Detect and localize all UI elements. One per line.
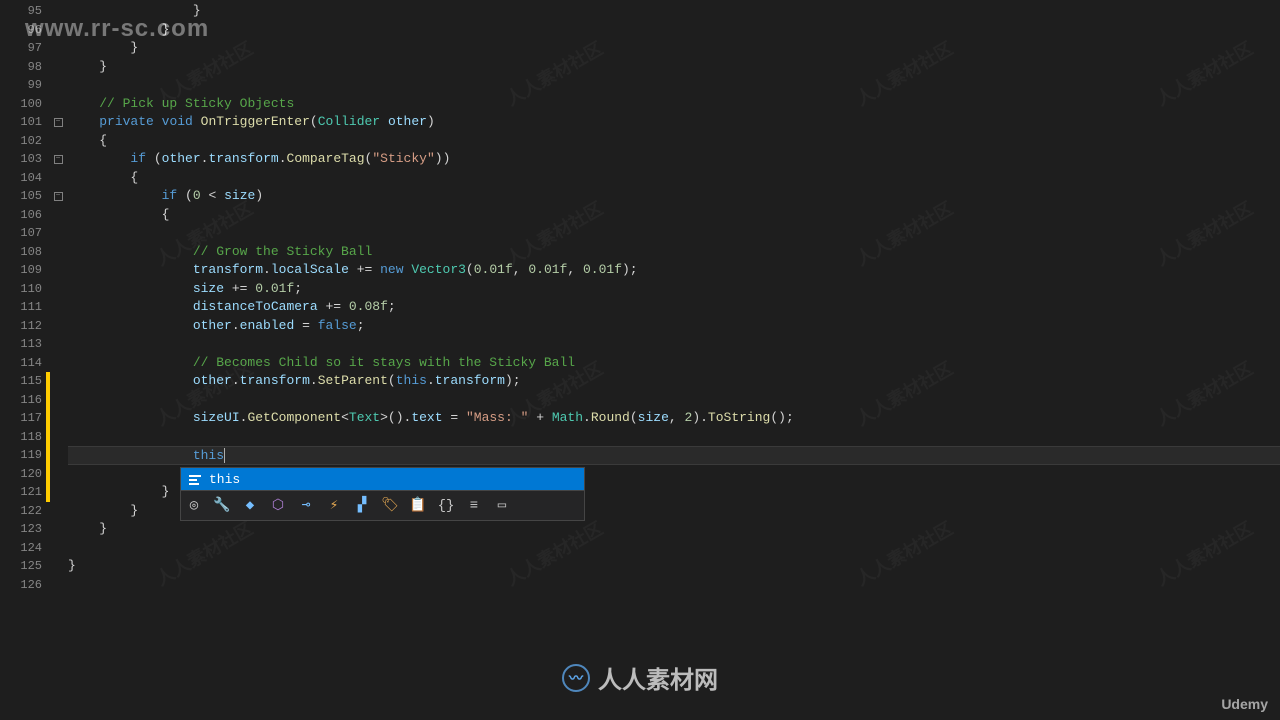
code-line: }	[68, 21, 1280, 40]
watermark-center: 〰 人人素材网	[562, 660, 718, 695]
line-number: 125	[0, 557, 42, 576]
lines-icon[interactable]: ≡	[465, 497, 483, 515]
lightning-icon[interactable]: ⚡	[325, 497, 343, 515]
code-line: {	[68, 169, 1280, 188]
intellisense-selected-item[interactable]: this	[181, 468, 584, 490]
line-number: 117	[0, 409, 42, 428]
code-line	[68, 76, 1280, 95]
line-number: 105	[0, 187, 42, 206]
change-indicator	[46, 372, 50, 502]
line-number: 121	[0, 483, 42, 502]
logo-icon: 〰	[562, 664, 590, 692]
key-icon[interactable]: ⊸	[297, 497, 315, 515]
tags-icon[interactable]: 🏷	[381, 497, 399, 515]
line-number: 123	[0, 520, 42, 539]
line-number: 106	[0, 206, 42, 225]
line-number: 126	[0, 576, 42, 595]
code-line: distanceToCamera += 0.08f;	[68, 298, 1280, 317]
text-cursor	[224, 448, 225, 463]
code-line	[68, 428, 1280, 447]
intellisense-item-label: this	[209, 472, 240, 487]
code-area[interactable]: } } } } // Pick up Sticky Objects privat…	[68, 0, 1280, 720]
code-line: other.transform.SetParent(this.transform…	[68, 372, 1280, 391]
line-number: 108	[0, 243, 42, 262]
line-number: 124	[0, 539, 42, 558]
code-line-current: this	[68, 446, 1280, 465]
line-number: 118	[0, 428, 42, 447]
line-number: 119	[0, 446, 42, 465]
fold-toggle-icon[interactable]: −	[54, 192, 63, 201]
intellisense-popup[interactable]: this ◎ 🔧 ◆ ⬡ ⊸ ⚡ ▞ 🏷 📋 {} ≡ ▭	[180, 467, 585, 521]
fold-gutter: − − −	[48, 0, 68, 720]
line-number: 116	[0, 391, 42, 410]
code-line: {	[68, 132, 1280, 151]
code-line: }	[68, 39, 1280, 58]
line-number: 98	[0, 58, 42, 77]
cube-icon[interactable]: ◆	[241, 497, 259, 515]
line-number: 110	[0, 280, 42, 299]
intellisense-filter-toolbar: ◎ 🔧 ◆ ⬡ ⊸ ⚡ ▞ 🏷 📋 {} ≡ ▭	[181, 490, 584, 520]
line-number: 107	[0, 224, 42, 243]
code-line: sizeUI.GetComponent<Text>().text = "Mass…	[68, 409, 1280, 428]
line-number: 99	[0, 76, 42, 95]
line-number: 115	[0, 372, 42, 391]
line-number: 101	[0, 113, 42, 132]
fold-toggle-icon[interactable]: −	[54, 118, 63, 127]
line-number: 102	[0, 132, 42, 151]
code-line: transform.localScale += new Vector3(0.01…	[68, 261, 1280, 280]
clipboard-icon[interactable]: 📋	[409, 497, 427, 515]
tablet-icon[interactable]: ▭	[493, 497, 511, 515]
line-number: 114	[0, 354, 42, 373]
code-line: }	[68, 520, 1280, 539]
code-line: other.enabled = false;	[68, 317, 1280, 336]
code-line	[68, 335, 1280, 354]
fold-toggle-icon[interactable]: −	[54, 155, 63, 164]
keyword-icon	[187, 471, 203, 487]
code-line: size += 0.01f;	[68, 280, 1280, 299]
code-line: // Becomes Child so it stays with the St…	[68, 354, 1280, 373]
code-line: // Grow the Sticky Ball	[68, 243, 1280, 262]
code-line: // Pick up Sticky Objects	[68, 95, 1280, 114]
code-line: if (0 < size)	[68, 187, 1280, 206]
line-number: 109	[0, 261, 42, 280]
code-line: private void OnTriggerEnter(Collider oth…	[68, 113, 1280, 132]
code-line: }	[68, 557, 1280, 576]
line-number: 112	[0, 317, 42, 336]
code-line: }	[68, 58, 1280, 77]
watermark-bottom-right: Udemy	[1221, 696, 1268, 712]
line-number: 113	[0, 335, 42, 354]
line-number-gutter: 95 96 97 98 99 100 101 102 103 104 105 1…	[0, 0, 48, 720]
code-line: }	[68, 2, 1280, 21]
code-line	[68, 224, 1280, 243]
line-number: 111	[0, 298, 42, 317]
code-line	[68, 576, 1280, 595]
line-number: 122	[0, 502, 42, 521]
code-line: {	[68, 206, 1280, 225]
code-line: if (other.transform.CompareTag("Sticky")…	[68, 150, 1280, 169]
braces-icon[interactable]: {}	[437, 497, 455, 515]
code-editor: 95 96 97 98 99 100 101 102 103 104 105 1…	[0, 0, 1280, 720]
line-number: 100	[0, 95, 42, 114]
hexagon-icon[interactable]: ⬡	[269, 497, 287, 515]
panels-icon[interactable]: ▞	[353, 497, 371, 515]
wrench-icon[interactable]: 🔧	[213, 497, 231, 515]
line-number: 103	[0, 150, 42, 169]
line-number: 104	[0, 169, 42, 188]
target-icon[interactable]: ◎	[185, 497, 203, 515]
code-line	[68, 391, 1280, 410]
line-number: 120	[0, 465, 42, 484]
code-line	[68, 539, 1280, 558]
watermark-top-left: www.rr-sc.com	[25, 15, 209, 43]
